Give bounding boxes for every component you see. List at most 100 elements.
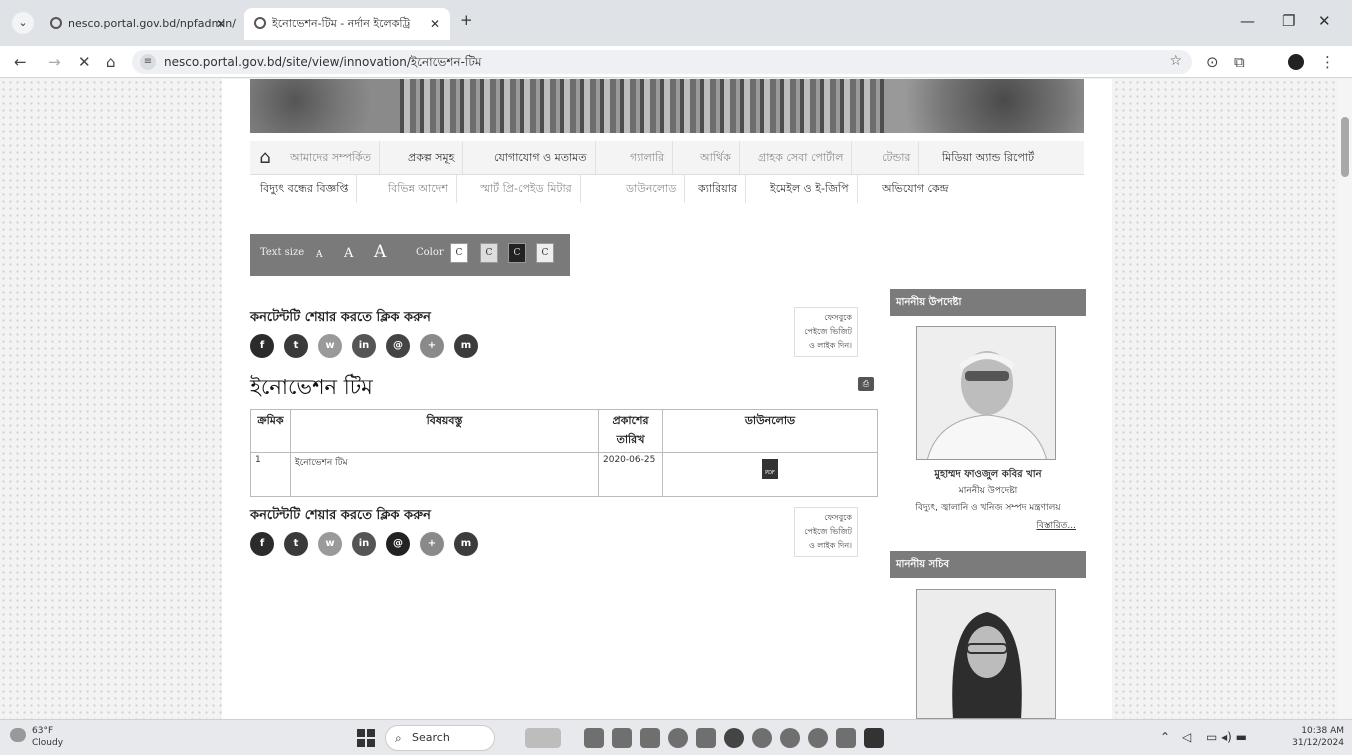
copy-link-share-icon[interactable]: + (420, 532, 444, 556)
text-size-label: Text size (260, 247, 305, 258)
new-tab-button[interactable]: + (460, 11, 473, 29)
menu-contact[interactable]: যোগাযোগ ও মতামত (486, 141, 596, 174)
menu-gallery[interactable]: গ্যালারি (622, 141, 674, 174)
globe-icon (50, 17, 62, 29)
menu-outage-notice[interactable]: বিদ্যুৎ বন্ধের বিজ্ঞপ্তি (252, 175, 358, 203)
menu-about[interactable]: আমাদের সম্পর্কিত (282, 141, 380, 174)
network-volume-icon[interactable]: ▭ ◂) ▬ (1206, 731, 1247, 743)
menu-customer-portal[interactable]: গ্রাহক সেবা পোর্টাল (750, 141, 853, 174)
details-link[interactable]: বিস্তারিত... (890, 519, 1086, 534)
extensions-puzzle-icon[interactable]: ⧉ (1234, 52, 1245, 72)
main-menu-row-1: ⌂ আমাদের সম্পর্কিত প্রকল্প সমূহ যোগাযোগ … (250, 141, 1084, 175)
weather-status[interactable]: Cloudy (32, 738, 63, 749)
twitter-share-icon[interactable]: t (284, 532, 308, 556)
email-share-icon[interactable]: @ (386, 532, 410, 556)
windows-start-icon[interactable] (357, 729, 375, 747)
menu-media-report[interactable]: মিডিয়া অ্যান্ড রিপোর্ট (934, 141, 1042, 174)
menu-projects[interactable]: প্রকল্প সমূহ (400, 141, 464, 174)
linkedin-share-icon[interactable]: in (352, 334, 376, 358)
whatsapp-icon[interactable] (808, 728, 828, 748)
menu-finance[interactable]: আর্থিক (692, 141, 740, 174)
text-size-small-button[interactable]: A (316, 250, 323, 260)
email-share-icon[interactable]: @ (386, 334, 410, 358)
app-icon[interactable] (696, 728, 716, 748)
folder-icon[interactable] (836, 728, 856, 748)
close-tab-icon[interactable]: ✕ (216, 8, 226, 40)
home-icon[interactable]: ⌂ (106, 52, 116, 72)
facebook-share-icon[interactable]: f (250, 334, 274, 358)
app-icon[interactable] (752, 728, 772, 748)
menu-orders[interactable]: বিভিন্ন আদেশ (380, 175, 457, 203)
chevron-up-icon[interactable]: ⌃ (1160, 731, 1170, 743)
menu-download[interactable]: ডাউনলোড (618, 175, 686, 203)
text-size-large-button[interactable]: A (374, 242, 386, 262)
pdf-download-icon[interactable]: PDF (762, 459, 778, 479)
twitter-share-icon[interactable]: t (284, 334, 308, 358)
cloud-icon[interactable] (10, 728, 26, 742)
search-icon: ⌕ (395, 731, 402, 745)
messenger-share-icon[interactable]: m (454, 532, 478, 556)
widgets-icon[interactable] (525, 728, 561, 748)
tab-npfadmin[interactable]: nesco.portal.gov.bd/npfadmin/ ✕ (40, 8, 236, 40)
advisor-role: মাননীয় উপদেষ্টা (958, 486, 1018, 496)
menu-complaint-center[interactable]: অভিযোগ কেন্দ্র (874, 175, 957, 203)
color-light-button[interactable]: C (536, 243, 554, 263)
stop-icon[interactable]: ✕ (78, 52, 91, 72)
share-title-bottom: কনটেন্টটি শেয়ার করতে ক্লিক করুন (250, 508, 431, 523)
color-white-button[interactable]: C (450, 243, 468, 263)
tab-search-button[interactable]: ⌄ (12, 12, 34, 34)
menu-prepaid-meter[interactable]: স্মার্ট প্রি-পেইড মিটার (472, 175, 581, 203)
clock-time[interactable]: 10:38 AM (1298, 726, 1344, 737)
back-icon[interactable]: ← (14, 52, 27, 72)
menu-kebab-icon[interactable]: ⋮ (1320, 52, 1335, 72)
text-size-medium-button[interactable]: A (344, 246, 353, 261)
minimize-icon[interactable]: — (1240, 12, 1255, 30)
color-black-button[interactable]: C (508, 243, 526, 263)
whatsapp-share-icon[interactable]: w (318, 334, 342, 358)
advisor-photo (916, 326, 1056, 460)
facebook-like-note-bottom[interactable]: ফেসবুকে পেইজে ভিজিট ও লাইক দিন। (794, 507, 858, 557)
app-icon[interactable] (780, 728, 800, 748)
profile-avatar-icon[interactable] (1288, 54, 1304, 70)
weather-temp[interactable]: 63°F (32, 726, 53, 737)
row-serial: 1 (250, 452, 291, 497)
menu-career[interactable]: ক্যারিয়ার (690, 175, 746, 203)
taskbar-search[interactable]: ⌕ Search (385, 725, 495, 751)
facebook-share-icon[interactable]: f (250, 532, 274, 556)
column-date: প্রকাশের তারিখ (598, 409, 663, 453)
scrollbar-thumb[interactable] (1341, 117, 1349, 177)
close-window-icon[interactable]: ✕ (1318, 12, 1331, 30)
page-scrollbar[interactable] (1338, 79, 1352, 719)
column-download: ডাউনলোড (662, 409, 878, 453)
close-tab-icon[interactable]: ✕ (430, 8, 440, 40)
files-icon[interactable] (612, 728, 632, 748)
copy-link-share-icon[interactable]: + (420, 334, 444, 358)
forward-icon[interactable]: → (48, 52, 61, 72)
color-gray-button[interactable]: C (480, 243, 498, 263)
url-text: nesco.portal.gov.bd/site/view/innovation… (164, 55, 482, 69)
restore-icon[interactable]: ❐ (1282, 12, 1295, 30)
site-info-icon[interactable]: ≡ (140, 54, 156, 70)
extension-icon[interactable]: ⊙ (1206, 52, 1219, 72)
print-icon[interactable]: ⎙ (858, 377, 874, 391)
whatsapp-share-icon[interactable]: w (318, 532, 342, 556)
windows-taskbar: 63°F Cloudy ⌕ Search ⌃ ◁ ▭ ◂) ▬ 10:38 AM… (0, 719, 1352, 755)
advisor-name: মুহাম্মদ ফাওজুল কবির খান (934, 469, 1042, 480)
bookmark-star-icon[interactable]: ☆ (1169, 53, 1182, 69)
chrome-icon[interactable] (724, 728, 744, 748)
home-menu-icon[interactable]: ⌂ (250, 141, 280, 175)
location-icon[interactable]: ◁ (1182, 731, 1191, 743)
address-bar[interactable]: ≡ nesco.portal.gov.bd/site/view/innovati… (132, 50, 1192, 74)
taskview-icon[interactable] (584, 728, 604, 748)
facebook-like-note[interactable]: ফেসবুকে পেইজে ভিজিট ও লাইক দিন। (794, 307, 858, 357)
linkedin-share-icon[interactable]: in (352, 532, 376, 556)
word-icon[interactable] (864, 728, 884, 748)
app-icon[interactable] (640, 728, 660, 748)
messenger-share-icon[interactable]: m (454, 334, 478, 358)
menu-email-egp[interactable]: ইমেইল ও ই-জিপি (762, 175, 858, 203)
clock-date[interactable]: 31/12/2024 (1288, 738, 1344, 749)
browser-tab-bar: ⌄ nesco.portal.gov.bd/npfadmin/ ✕ ইনোভেশ… (0, 0, 1352, 46)
teams-icon[interactable] (668, 728, 688, 748)
menu-tender[interactable]: টেন্ডার (874, 141, 920, 174)
tab-innovation-team[interactable]: ইনোভেশন-টিম - নর্দান ইলেকট্রি ✕ (244, 8, 450, 40)
